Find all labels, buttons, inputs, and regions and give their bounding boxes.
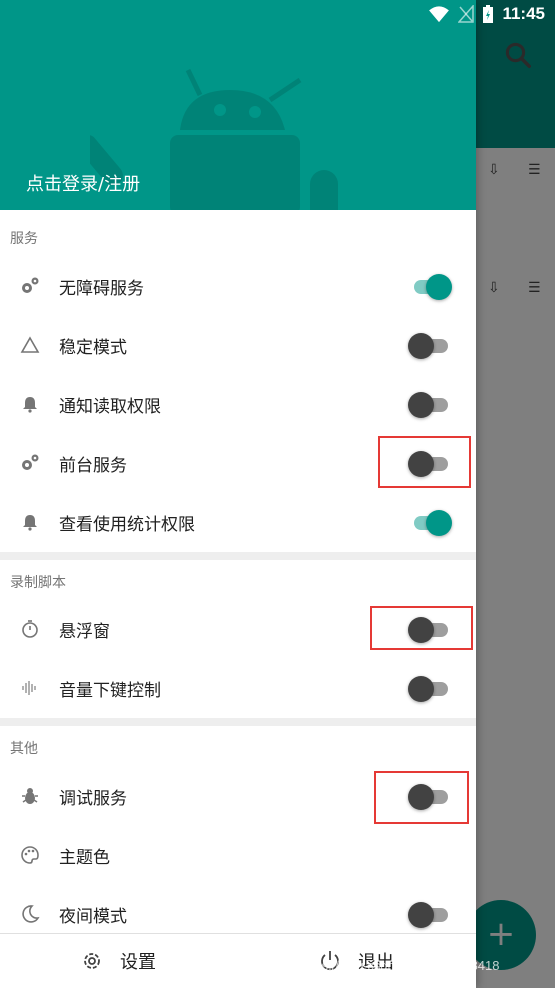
stopwatch-icon bbox=[18, 617, 42, 641]
section-title-other: 其他 bbox=[10, 741, 38, 757]
sound-wave-icon bbox=[18, 676, 42, 700]
highlight-box bbox=[370, 606, 473, 650]
gears-icon bbox=[18, 451, 42, 475]
usage-stats-permission-toggle[interactable] bbox=[408, 510, 452, 536]
settings-label: 设置 bbox=[120, 952, 156, 973]
section-divider bbox=[0, 552, 476, 560]
section-divider bbox=[0, 718, 476, 726]
status-bar: 11:45 bbox=[0, 0, 555, 30]
accessibility-service-item[interactable]: 无障碍服务 bbox=[0, 257, 476, 315]
signal-icon bbox=[458, 5, 475, 23]
wifi-icon bbox=[429, 6, 450, 23]
section-title-services: 服务 bbox=[10, 231, 38, 247]
accessibility-service-toggle[interactable] bbox=[408, 274, 452, 300]
battery-icon bbox=[483, 5, 494, 23]
status-time: 11:45 bbox=[502, 4, 545, 23]
moon-icon bbox=[18, 902, 42, 926]
notification-access-item[interactable]: 通知读取权限 bbox=[0, 375, 476, 433]
item-label: 通知读取权限 bbox=[59, 397, 161, 417]
gear-icon bbox=[84, 953, 100, 969]
stable-mode-item[interactable]: 稳定模式 bbox=[0, 316, 476, 374]
triangle-icon bbox=[18, 333, 42, 357]
night-mode-toggle[interactable] bbox=[408, 902, 452, 928]
theme-color-item[interactable]: 主题色 bbox=[0, 826, 476, 884]
item-label: 前台服务 bbox=[59, 456, 127, 476]
section-title-record-script: 录制脚本 bbox=[10, 575, 66, 591]
bell-icon bbox=[18, 392, 42, 416]
item-label: 夜间模式 bbox=[59, 907, 127, 927]
navigation-drawer: 点击登录/注册 服务 无障碍服务 稳定模式 通知读取权限 前台服务 查看使用统计… bbox=[0, 0, 476, 988]
stable-mode-toggle[interactable] bbox=[408, 333, 452, 359]
highlight-box bbox=[378, 436, 471, 488]
usage-stats-permission-item[interactable]: 查看使用统计权限 bbox=[0, 493, 476, 551]
volume-down-control-toggle[interactable] bbox=[408, 676, 452, 702]
item-label: 音量下键控制 bbox=[59, 681, 161, 701]
palette-icon bbox=[18, 843, 42, 867]
bug-icon bbox=[18, 784, 42, 808]
volume-down-control-item[interactable]: 音量下键控制 bbox=[0, 659, 476, 717]
item-label: 稳定模式 bbox=[59, 338, 127, 358]
watermark: https://blog.csdn.net/qq_37278418 bbox=[300, 958, 500, 973]
bell-icon bbox=[18, 510, 42, 534]
drawer-header[interactable]: 点击登录/注册 bbox=[0, 0, 476, 210]
settings-button[interactable]: 设置 bbox=[80, 948, 156, 974]
item-label: 调试服务 bbox=[59, 789, 127, 809]
item-label: 无障碍服务 bbox=[59, 279, 144, 299]
gears-icon bbox=[18, 274, 42, 298]
item-label: 查看使用统计权限 bbox=[59, 515, 195, 535]
item-label: 悬浮窗 bbox=[59, 622, 110, 642]
highlight-box bbox=[374, 771, 469, 824]
login-register-link[interactable]: 点击登录/注册 bbox=[26, 170, 140, 196]
item-label: 主题色 bbox=[59, 848, 110, 868]
notification-access-toggle[interactable] bbox=[408, 392, 452, 418]
